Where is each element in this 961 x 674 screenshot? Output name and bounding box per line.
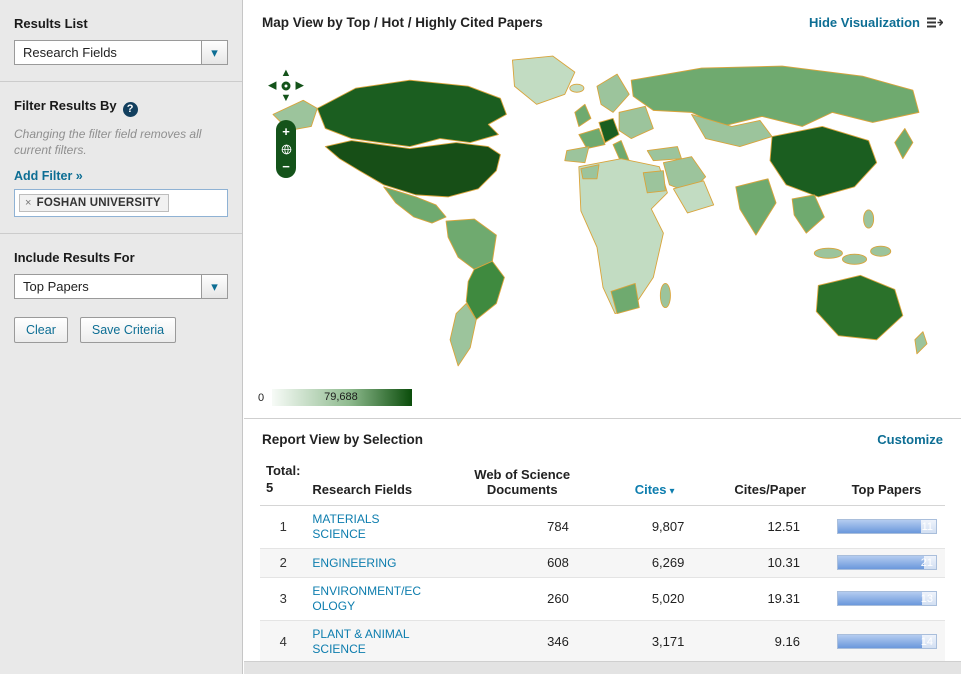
row-rank: 4 <box>260 620 306 664</box>
divider <box>0 233 242 234</box>
collapse-panel-icon <box>926 16 943 29</box>
results-list-dropdown[interactable]: Research Fields ▾ <box>14 40 228 65</box>
include-results-dropdown[interactable]: Top Papers ▾ <box>14 274 228 299</box>
wos-documents-value: 784 <box>448 505 597 548</box>
filter-results-label: Filter Results By <box>14 98 117 113</box>
report-header: Report View by Selection Customize <box>244 418 961 457</box>
cites-per-paper-value: 12.51 <box>712 505 828 548</box>
top-papers-bar: 14 <box>837 634 937 649</box>
top-papers-bar: 21 <box>837 555 937 570</box>
remove-tag-icon[interactable]: × <box>25 197 32 209</box>
research-field-link[interactable]: ENVIRONMENT/ECOLOGY <box>312 584 424 614</box>
include-results-heading: Include Results For <box>14 250 228 265</box>
chevron-down-icon: ▾ <box>201 275 227 298</box>
customize-link[interactable]: Customize <box>877 432 943 447</box>
top-papers-count: 11 <box>922 521 933 533</box>
row-rank: 3 <box>260 577 306 620</box>
table-row: 1 MATERIALS SCIENCE 784 9,807 12.51 11 <box>260 505 945 548</box>
top-papers-bar: 13 <box>837 591 937 606</box>
cites-value: 3,171 <box>597 620 713 664</box>
map-header: Map View by Top / Hot / Highly Cited Pap… <box>244 0 961 34</box>
research-field-link[interactable]: ENGINEERING <box>312 556 396 571</box>
globe-icon[interactable] <box>281 144 292 155</box>
row-rank: 2 <box>260 548 306 577</box>
include-results-dropdown-value: Top Papers <box>15 275 201 298</box>
column-top-papers: Top Papers <box>828 457 945 505</box>
sort-down-icon: ▾ <box>669 486 674 497</box>
cites-per-paper-value: 9.16 <box>712 620 828 664</box>
filter-tag: × FOSHAN UNIVERSITY <box>19 194 169 212</box>
help-icon[interactable]: ? <box>123 102 138 117</box>
wos-documents-value: 260 <box>448 577 597 620</box>
cites-value: 9,807 <box>597 505 713 548</box>
filter-note: Changing the filter field removes all cu… <box>14 126 228 158</box>
legend-max-value: 79,688 <box>324 391 358 403</box>
report-table-container: Total: 5 Research Fields Web of Science … <box>244 457 961 674</box>
column-cites-per-paper: Cites/Paper <box>712 457 828 505</box>
wos-documents-value: 608 <box>448 548 597 577</box>
pan-down-icon[interactable]: ▼ <box>281 93 292 104</box>
filter-tag-label: FOSHAN UNIVERSITY <box>37 197 161 209</box>
research-field-link[interactable]: MATERIALS SCIENCE <box>312 512 424 542</box>
main-content: Map View by Top / Hot / Highly Cited Pap… <box>244 0 961 674</box>
world-map[interactable] <box>256 50 946 382</box>
results-list-heading: Results List <box>14 16 228 31</box>
legend-min-value: 0 <box>258 392 264 404</box>
total-count-header: Total: 5 <box>260 457 306 505</box>
esi-application-window: Results List Research Fields ▾ Filter Re… <box>0 0 961 674</box>
table-row: 4 PLANT & ANIMAL SCIENCE 346 3,171 9.16 … <box>260 620 945 664</box>
table-row: 2 ENGINEERING 608 6,269 10.31 21 <box>260 548 945 577</box>
map-view-title: Map View by Top / Hot / Highly Cited Pap… <box>262 15 543 30</box>
filter-results-heading: Filter Results By? <box>14 98 228 117</box>
map-zoom-control[interactable]: + − <box>276 120 296 178</box>
column-cites[interactable]: Cites▾ <box>597 457 713 505</box>
row-rank: 1 <box>260 505 306 548</box>
filter-input[interactable]: × FOSHAN UNIVERSITY <box>14 189 228 217</box>
cites-per-paper-value: 10.31 <box>712 548 828 577</box>
top-papers-count: 14 <box>921 636 933 648</box>
table-row: 3 ENVIRONMENT/ECOLOGY 260 5,020 19.31 13 <box>260 577 945 620</box>
report-table: Total: 5 Research Fields Web of Science … <box>260 457 945 674</box>
top-papers-bar: 11 <box>837 519 937 534</box>
map-area: ▲ ▼ ◀ ▶ + − 0 79,688 <box>244 34 961 418</box>
wos-documents-value: 346 <box>448 620 597 664</box>
zoom-out-icon[interactable]: − <box>282 160 290 173</box>
report-view-title: Report View by Selection <box>262 432 423 447</box>
cites-value: 6,269 <box>597 548 713 577</box>
results-list-dropdown-value: Research Fields <box>15 41 201 64</box>
cites-value: 5,020 <box>597 577 713 620</box>
hide-visualization-label: Hide Visualization <box>809 15 920 30</box>
top-papers-count: 21 <box>921 557 933 569</box>
pan-center-icon <box>282 82 291 91</box>
zoom-in-icon[interactable]: + <box>282 125 290 138</box>
pan-right-icon[interactable]: ▶ <box>296 81 304 92</box>
footer-strip <box>244 661 961 674</box>
save-criteria-button[interactable]: Save Criteria <box>80 317 176 343</box>
total-count-value: 5 <box>266 480 300 497</box>
map-legend: 0 79,688 <box>258 389 412 406</box>
map-pan-control[interactable]: ▲ ▼ ◀ ▶ <box>268 68 304 104</box>
table-header-row: Total: 5 Research Fields Web of Science … <box>260 457 945 505</box>
pan-up-icon[interactable]: ▲ <box>281 68 292 79</box>
top-papers-count: 13 <box>921 593 933 605</box>
research-field-link[interactable]: PLANT & ANIMAL SCIENCE <box>312 627 424 657</box>
clear-button[interactable]: Clear <box>14 317 68 343</box>
cites-per-paper-value: 19.31 <box>712 577 828 620</box>
hide-visualization-link[interactable]: Hide Visualization <box>809 15 943 30</box>
pan-left-icon[interactable]: ◀ <box>268 81 276 92</box>
add-filter-link[interactable]: Add Filter » <box>14 169 83 183</box>
sidebar: Results List Research Fields ▾ Filter Re… <box>0 0 243 674</box>
chevron-down-icon: ▾ <box>201 41 227 64</box>
divider <box>0 81 242 82</box>
column-research-fields: Research Fields <box>306 457 447 505</box>
legend-gradient-bar: 79,688 <box>272 389 412 406</box>
column-wos-documents: Web of Science Documents <box>448 457 597 505</box>
